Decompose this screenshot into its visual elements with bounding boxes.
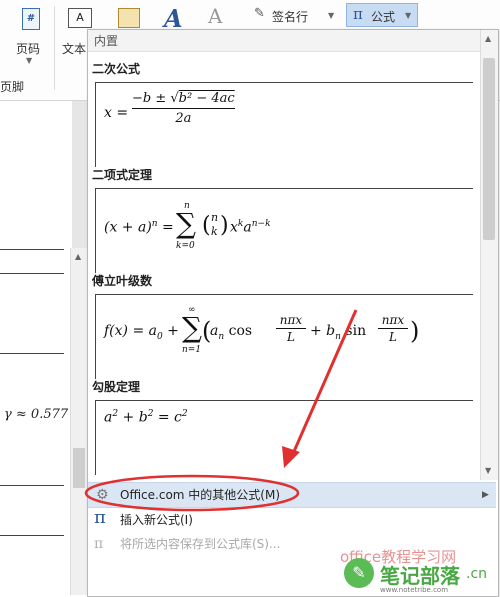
binomial-formula: (x + a)n = bbox=[104, 219, 174, 236]
menu-item-insert-new-equation[interactable]: π 插入新公式(I) bbox=[88, 507, 480, 532]
save-to-gallery-icon: π bbox=[94, 536, 104, 552]
chevron-down-icon: ▼ bbox=[26, 56, 33, 65]
gallery-scrollbar[interactable]: ▲ ▼ bbox=[480, 30, 498, 480]
more-from-office-label: Office.com 中的其他公式(M) bbox=[120, 488, 281, 502]
footer-label[interactable]: 页脚 bbox=[0, 78, 24, 95]
table-line bbox=[0, 535, 64, 536]
menu-item-more-from-office[interactable]: ⚙ Office.com 中的其他公式(M) ▶ bbox=[88, 482, 496, 508]
quadratic-fraction: −b ± √b² − 4ac 2a bbox=[132, 91, 235, 126]
watermark: office教程学习网 ✎ 笔记部落 .cn www.notetribe.com bbox=[340, 546, 500, 595]
gamma-formula-text: γ ≈ 0.577 bbox=[4, 407, 69, 422]
scroll-thumb[interactable] bbox=[483, 58, 495, 240]
builtin-section-header: 内置 bbox=[88, 30, 480, 52]
ribbon-group-divider bbox=[54, 6, 55, 90]
equation-gallery: 内置 二次公式 x = −b ± √b² − 4ac 2a 二项式定理 (x +… bbox=[87, 29, 499, 597]
save-to-gallery-label: 将所选内容保存到公式库(S)... bbox=[120, 537, 281, 551]
gallery-item-title: 傅立叶级数 bbox=[92, 274, 153, 288]
pi-icon: π bbox=[94, 507, 106, 528]
pythagorean-formula: a2 + b2 = c2 bbox=[104, 409, 188, 426]
equation-button[interactable]: π 公式 ▼ bbox=[346, 3, 418, 27]
gallery-item-binomial[interactable]: (x + a)n = n ∑ k=0 ( n k ) xkan−k bbox=[95, 188, 473, 273]
gallery-item-title: 二次公式 bbox=[92, 62, 141, 76]
chevron-down-icon: ▼ bbox=[328, 11, 335, 20]
scroll-thumb[interactable] bbox=[73, 448, 85, 488]
scroll-up-icon[interactable]: ▲ bbox=[485, 34, 491, 43]
gallery-item-quadratic[interactable]: x = −b ± √b² − 4ac 2a bbox=[95, 82, 473, 167]
table-line bbox=[0, 485, 64, 486]
table-line bbox=[0, 353, 64, 354]
quick-parts-icon[interactable] bbox=[118, 8, 140, 28]
text-box-label: 文本 bbox=[62, 42, 87, 56]
signature-icon: ✎ bbox=[254, 6, 265, 21]
pi-icon: π bbox=[353, 5, 363, 23]
equation-label: 公式 bbox=[371, 10, 396, 24]
signature-line-label: 签名行 bbox=[272, 10, 309, 24]
gallery-item-pythagorean[interactable]: a2 + b2 = c2 bbox=[95, 400, 473, 475]
gallery-item-title: 二项式定理 bbox=[92, 168, 153, 182]
signature-line-button[interactable]: ✎ 签名行 ▼ bbox=[254, 4, 336, 26]
page-number-button[interactable]: # 页码 ▼ bbox=[14, 4, 48, 66]
fourier-formula: f(x) = a0 + bbox=[104, 323, 179, 342]
gallery-item-fourier[interactable]: f(x) = a0 + ∞ ∑ n=1 ( an cos nπx L + bn … bbox=[95, 294, 473, 379]
scroll-up-icon[interactable]: ▲ bbox=[75, 252, 81, 261]
text-box-icon: A bbox=[68, 8, 92, 28]
quadratic-formula: x = bbox=[104, 105, 129, 121]
page-number-label: 页码 bbox=[16, 42, 41, 56]
watermark-line2: 笔记部落 bbox=[380, 564, 460, 588]
chevron-right-icon: ▶ bbox=[482, 490, 489, 500]
table-line bbox=[0, 273, 64, 274]
document-page[interactable]: γ ≈ 0.577 bbox=[0, 101, 72, 595]
gallery-item-title: 勾股定理 bbox=[92, 380, 141, 394]
document-scrollbar[interactable]: ▲ bbox=[70, 248, 88, 595]
scroll-down-icon[interactable]: ▼ bbox=[485, 466, 491, 475]
watermark-url: www.notetribe.com bbox=[380, 586, 449, 594]
gear-icon: ⚙ bbox=[96, 487, 109, 503]
chevron-down-icon: ▼ bbox=[405, 11, 412, 20]
watermark-logo-icon: ✎ bbox=[344, 558, 374, 588]
table-line bbox=[0, 249, 64, 250]
watermark-suffix: .cn bbox=[466, 566, 488, 582]
page-number-icon: # bbox=[22, 8, 40, 30]
insert-new-equation-label: 插入新公式(I) bbox=[120, 513, 193, 527]
drop-cap-icon[interactable]: A bbox=[208, 4, 222, 28]
